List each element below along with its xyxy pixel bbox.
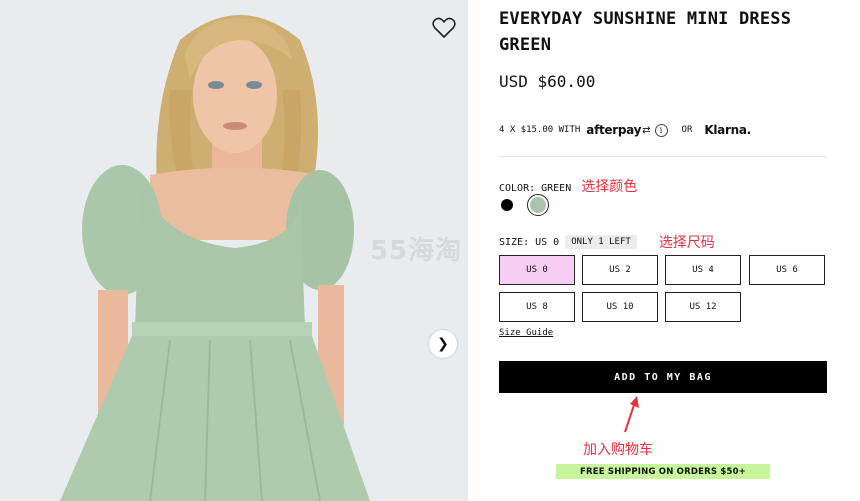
add-to-bag-button[interactable]: ADD TO MY BAG — [499, 361, 827, 393]
free-shipping-banner: FREE SHIPPING ON ORDERS $50+ — [556, 464, 770, 479]
chevron-right-icon: ❯ — [437, 336, 449, 352]
color-swatch-black[interactable] — [501, 199, 513, 211]
afterpay-mark-icon: ⇄ — [642, 124, 651, 136]
size-option-us-2[interactable]: US 2 — [582, 255, 658, 285]
afterpay-logo: afterpay — [586, 123, 642, 137]
size-selector-header: SIZE: US 0 ONLY 1 LEFT 选择尺码 — [499, 232, 715, 252]
product-title: EVERYDAY SUNSHINE MINI DRESS GREEN — [499, 9, 792, 55]
size-option-us-10[interactable]: US 10 — [582, 292, 658, 322]
arrow-annotation-icon — [624, 396, 639, 433]
next-image-button[interactable]: ❯ — [429, 330, 457, 358]
stock-badge: ONLY 1 LEFT — [565, 235, 637, 249]
model-photo — [0, 0, 468, 501]
cart-annotation: 加入购物车 — [583, 442, 653, 458]
klarna-logo: Klarna. — [704, 123, 751, 137]
size-label: SIZE: — [499, 236, 530, 248]
heart-icon — [432, 17, 456, 38]
product-image[interactable]: ❯ — [0, 0, 468, 501]
size-option-us-6[interactable]: US 6 — [749, 255, 825, 285]
color-value: GREEN — [541, 183, 572, 194]
size-option-us-0[interactable]: US 0 — [499, 255, 575, 285]
wishlist-heart-button[interactable] — [428, 12, 460, 44]
size-option-us-8[interactable]: US 8 — [499, 292, 575, 322]
payment-options: 4 X $15.00 WITH afterpay ⇄ i OR Klarna. — [499, 123, 751, 137]
info-icon[interactable]: i — [654, 123, 668, 137]
color-label: COLOR: — [499, 183, 536, 194]
color-swatch-green-fill — [530, 197, 546, 213]
size-value: US 0 — [535, 236, 560, 248]
size-option-us-12[interactable]: US 12 — [665, 292, 741, 322]
product-price: USD $60.00 — [499, 72, 596, 91]
color-selector-header: COLOR: GREEN 选择颜色 — [499, 176, 637, 196]
or-text: OR — [681, 125, 693, 135]
size-annotation: 选择尺码 — [658, 235, 715, 251]
size-guide-link[interactable]: Size Guide — [499, 328, 553, 338]
color-swatch-green[interactable] — [527, 194, 549, 216]
divider — [499, 156, 827, 157]
installment-text: 4 X $15.00 WITH — [499, 125, 581, 135]
size-option-us-4[interactable]: US 4 — [665, 255, 741, 285]
color-annotation: 选择颜色 — [581, 179, 638, 195]
